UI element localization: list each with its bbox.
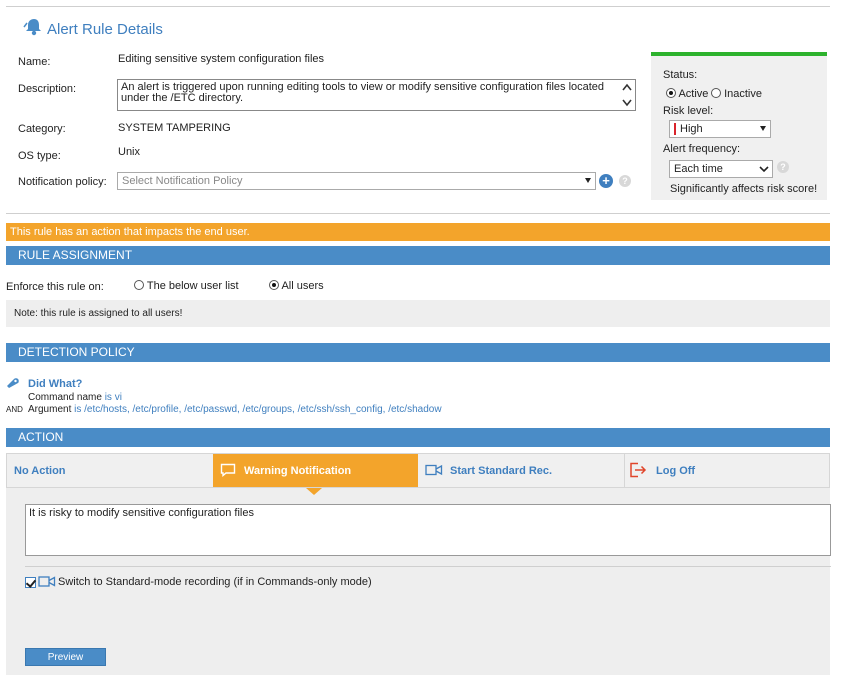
assignment-note: Note: this rule is assigned to all users… [6, 300, 830, 327]
tab-start-standard-rec[interactable]: Start Standard Rec. [418, 454, 624, 487]
command-condition: Command name is vi [28, 392, 122, 403]
action-tabs: No Action Warning Notification Start Sta… [6, 453, 830, 488]
and-label: AND [6, 405, 23, 414]
risk-level-label: Risk level: [663, 105, 714, 117]
scroll-arrows-icon[interactable] [620, 81, 634, 109]
alert-frequency-select[interactable]: Each time [669, 160, 773, 178]
category-label: Category: [18, 123, 66, 135]
selected-tab-pointer [306, 488, 322, 495]
all-users-radio[interactable]: All users [269, 280, 324, 292]
end-user-impact-warning: This rule has an action that impacts the… [6, 223, 830, 241]
bell-icon [23, 19, 41, 36]
argument-value: /etc/hosts, /etc/profile, /etc/passwd, /… [84, 404, 442, 415]
notification-policy-placeholder: Select Notification Policy [122, 175, 243, 187]
top-divider [6, 6, 830, 7]
radio-icon [711, 88, 721, 98]
user-list-label: The below user list [146, 280, 239, 292]
add-policy-button[interactable]: + [599, 174, 613, 188]
alert-frequency-label: Alert frequency: [663, 143, 741, 155]
name-value: Editing sensitive system configuration f… [118, 53, 325, 65]
chevron-down-icon [760, 126, 766, 131]
description-label: Description: [18, 83, 77, 95]
preview-button[interactable]: Preview [25, 648, 106, 666]
chat-bubble-icon [220, 463, 236, 477]
status-active-radio[interactable]: Active [666, 88, 708, 100]
argument-label: Argument [28, 404, 72, 415]
video-camera-icon [38, 576, 56, 587]
status-label: Status: [663, 69, 698, 81]
command-value: vi [114, 392, 122, 403]
tab-label: Start Standard Rec. [450, 465, 553, 477]
switch-recording-label: Switch to Standard-mode recording (if in… [58, 576, 372, 588]
command-name-label: Command name [28, 392, 102, 403]
radio-icon [269, 280, 279, 290]
panel-divider [25, 566, 831, 567]
user-list-radio[interactable]: The below user list [134, 280, 239, 292]
category-value: SYSTEM TAMPERING [118, 122, 231, 134]
help-icon[interactable]: ? [619, 175, 631, 187]
video-camera-icon [425, 464, 443, 476]
log-off-icon [630, 462, 647, 478]
section-divider [6, 213, 830, 214]
description-text: An alert is triggered upon running editi… [121, 81, 605, 104]
risk-indicator [674, 123, 676, 135]
all-users-label: All users [281, 280, 324, 292]
radio-icon [134, 280, 144, 290]
name-label: Name: [18, 56, 51, 68]
warning-message-textarea[interactable]: It is risky to modify sensitive configur… [25, 504, 831, 556]
status-inactive-radio[interactable]: Inactive [711, 88, 762, 100]
radio-icon [666, 88, 676, 98]
page-title: Alert Rule Details [47, 21, 163, 38]
did-what-heading: Did What? [28, 378, 83, 390]
status-active-label: Active [678, 88, 709, 100]
detection-policy-header: DETECTION POLICY [6, 343, 830, 362]
status-inactive-label: Inactive [724, 88, 762, 100]
argument-condition: Argument is /etc/hosts, /etc/profile, /e… [28, 404, 442, 415]
notification-policy-label: Notification policy: [18, 176, 107, 188]
tab-label: Log Off [656, 465, 696, 477]
tab-label: No Action [14, 465, 66, 477]
action-header: ACTION [6, 428, 830, 447]
tab-warning-notification[interactable]: Warning Notification [213, 454, 418, 487]
notification-policy-select[interactable]: Select Notification Policy [117, 172, 596, 190]
description-textarea[interactable]: An alert is triggered upon running editi… [117, 79, 636, 111]
alert-frequency-value: Each time [674, 163, 723, 175]
fingerprint-icon [7, 378, 19, 388]
command-operator: is [104, 392, 112, 403]
help-icon[interactable]: ? [777, 161, 789, 173]
switch-recording-checkbox[interactable] [25, 577, 36, 588]
tab-no-action[interactable]: No Action [7, 454, 213, 487]
tab-label: Warning Notification [244, 465, 352, 477]
risk-level-select[interactable]: High [669, 120, 771, 138]
os-type-label: OS type: [18, 150, 61, 162]
chevron-down-icon [759, 166, 769, 173]
rule-assignment-header: RULE ASSIGNMENT [6, 246, 830, 265]
os-type-value: Unix [118, 146, 141, 158]
alert-frequency-note: Significantly affects risk score! [670, 183, 818, 195]
tab-log-off[interactable]: Log Off [625, 454, 829, 487]
chevron-down-icon [585, 178, 591, 183]
risk-level-value: High [680, 123, 703, 135]
argument-operator: is [74, 404, 82, 415]
enforce-label: Enforce this rule on: [6, 281, 104, 293]
